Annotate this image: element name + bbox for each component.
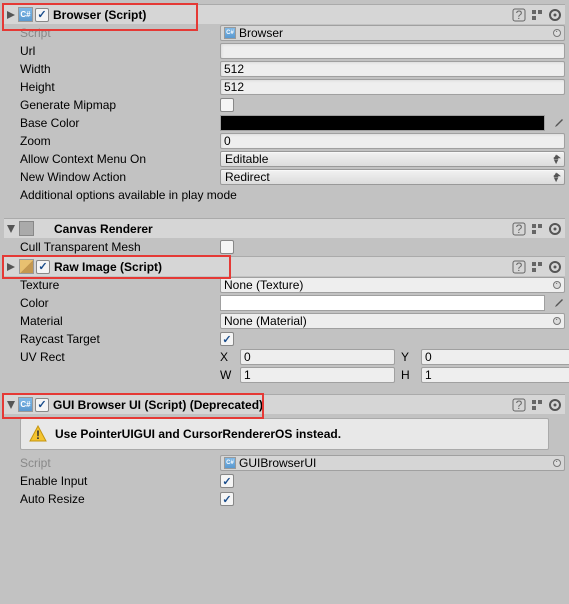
foldout-icon[interactable] bbox=[6, 262, 16, 272]
warning-box: ! Use PointerUIGUI and CursorRendererOS … bbox=[20, 418, 549, 450]
eyedropper-icon[interactable] bbox=[551, 116, 565, 130]
texture-field[interactable]: None (Texture) bbox=[220, 277, 565, 293]
script-field: C#Browser bbox=[220, 25, 565, 41]
object-picker-icon[interactable] bbox=[553, 317, 561, 325]
uv-y-input[interactable] bbox=[421, 349, 569, 365]
base-color-field[interactable] bbox=[220, 115, 545, 131]
material-label: Material bbox=[20, 314, 220, 328]
script-label: Script bbox=[20, 456, 220, 470]
svg-text:?: ? bbox=[516, 398, 523, 412]
url-input[interactable] bbox=[220, 43, 565, 59]
gear-icon[interactable] bbox=[547, 221, 563, 237]
new-window-action-dropdown[interactable]: Redirect▲▼ bbox=[220, 169, 565, 185]
material-field[interactable]: None (Material) bbox=[220, 313, 565, 329]
uv-h-label: H bbox=[401, 368, 415, 382]
zoom-label: Zoom bbox=[20, 134, 220, 148]
warning-icon: ! bbox=[29, 425, 47, 443]
deprecated-tag: (Deprecated) bbox=[190, 398, 263, 412]
raw-image-icon bbox=[18, 259, 34, 275]
width-label: Width bbox=[20, 62, 220, 76]
svg-text:?: ? bbox=[516, 222, 523, 236]
enable-checkbox[interactable] bbox=[35, 398, 49, 412]
uv-x-input[interactable] bbox=[240, 349, 395, 365]
preset-icon[interactable] bbox=[529, 221, 545, 237]
new-window-action-label: New Window Action bbox=[20, 170, 220, 184]
gui-browser-ui-header[interactable]: C# GUI Browser UI (Script) (Deprecated) … bbox=[4, 394, 565, 414]
foldout-icon[interactable] bbox=[6, 224, 16, 234]
texture-label: Texture bbox=[20, 278, 220, 292]
csharp-script-icon: C# bbox=[18, 397, 33, 412]
eyedropper-icon[interactable] bbox=[551, 296, 565, 310]
help-icon[interactable]: ? bbox=[511, 221, 527, 237]
foldout-icon[interactable] bbox=[6, 10, 16, 20]
svg-text:?: ? bbox=[516, 260, 523, 274]
svg-text:?: ? bbox=[516, 8, 523, 22]
preset-icon[interactable] bbox=[529, 259, 545, 275]
uv-rect-label: UV Rect bbox=[20, 350, 220, 364]
uv-w-input[interactable] bbox=[240, 367, 395, 383]
help-icon[interactable]: ? bbox=[511, 397, 527, 413]
allow-context-menu-dropdown[interactable]: Editable▲▼ bbox=[220, 151, 565, 167]
component-title: GUI Browser UI (Script) (Deprecated) bbox=[53, 398, 511, 412]
auto-resize-label: Auto Resize bbox=[20, 492, 220, 506]
raycast-target-checkbox[interactable] bbox=[220, 332, 234, 346]
component-title: Raw Image (Script) bbox=[54, 260, 511, 274]
allow-context-menu-label: Allow Context Menu On bbox=[20, 152, 220, 166]
enable-input-checkbox[interactable] bbox=[220, 474, 234, 488]
cull-transparent-checkbox[interactable] bbox=[220, 240, 234, 254]
uv-w-label: W bbox=[220, 368, 234, 382]
warning-text: Use PointerUIGUI and CursorRendererOS in… bbox=[55, 427, 341, 441]
svg-text:!: ! bbox=[36, 428, 40, 442]
gear-icon[interactable] bbox=[547, 397, 563, 413]
uv-x-label: X bbox=[220, 350, 234, 364]
url-label: Url bbox=[20, 44, 220, 58]
csharp-script-icon: C# bbox=[18, 7, 33, 22]
component-title: Browser (Script) bbox=[53, 8, 511, 22]
object-picker-icon[interactable] bbox=[553, 281, 561, 289]
object-picker-icon bbox=[553, 459, 561, 467]
width-input[interactable] bbox=[220, 61, 565, 77]
color-label: Color bbox=[20, 296, 220, 310]
gear-icon[interactable] bbox=[547, 7, 563, 23]
preset-icon[interactable] bbox=[529, 397, 545, 413]
script-field: C#GUIBrowserUI bbox=[220, 455, 565, 471]
enable-checkbox[interactable] bbox=[35, 8, 49, 22]
height-label: Height bbox=[20, 80, 220, 94]
enable-input-label: Enable Input bbox=[20, 474, 220, 488]
help-icon[interactable]: ? bbox=[511, 7, 527, 23]
zoom-input[interactable] bbox=[220, 133, 565, 149]
component-title: Canvas Renderer bbox=[54, 222, 511, 236]
uv-y-label: Y bbox=[401, 350, 415, 364]
generate-mipmap-checkbox[interactable] bbox=[220, 98, 234, 112]
play-mode-note: Additional options available in play mod… bbox=[4, 186, 565, 208]
canvas-renderer-header[interactable]: Canvas Renderer ? bbox=[4, 218, 565, 238]
foldout-icon[interactable] bbox=[6, 400, 16, 410]
gear-icon[interactable] bbox=[547, 259, 563, 275]
generate-mipmap-label: Generate Mipmap bbox=[20, 98, 220, 112]
color-field[interactable] bbox=[220, 295, 545, 311]
raw-image-header[interactable]: Raw Image (Script) ? bbox=[4, 256, 565, 276]
height-input[interactable] bbox=[220, 79, 565, 95]
enable-checkbox[interactable] bbox=[36, 260, 50, 274]
uv-h-input[interactable] bbox=[421, 367, 569, 383]
script-label: Script bbox=[20, 26, 220, 40]
object-picker-icon bbox=[553, 29, 561, 37]
base-color-label: Base Color bbox=[20, 116, 220, 130]
preset-icon[interactable] bbox=[529, 7, 545, 23]
raycast-target-label: Raycast Target bbox=[20, 332, 220, 346]
cull-transparent-label: Cull Transparent Mesh bbox=[20, 240, 220, 254]
help-icon[interactable]: ? bbox=[511, 259, 527, 275]
auto-resize-checkbox[interactable] bbox=[220, 492, 234, 506]
canvas-renderer-icon bbox=[18, 221, 34, 237]
browser-header[interactable]: C# Browser (Script) ? bbox=[4, 4, 565, 24]
